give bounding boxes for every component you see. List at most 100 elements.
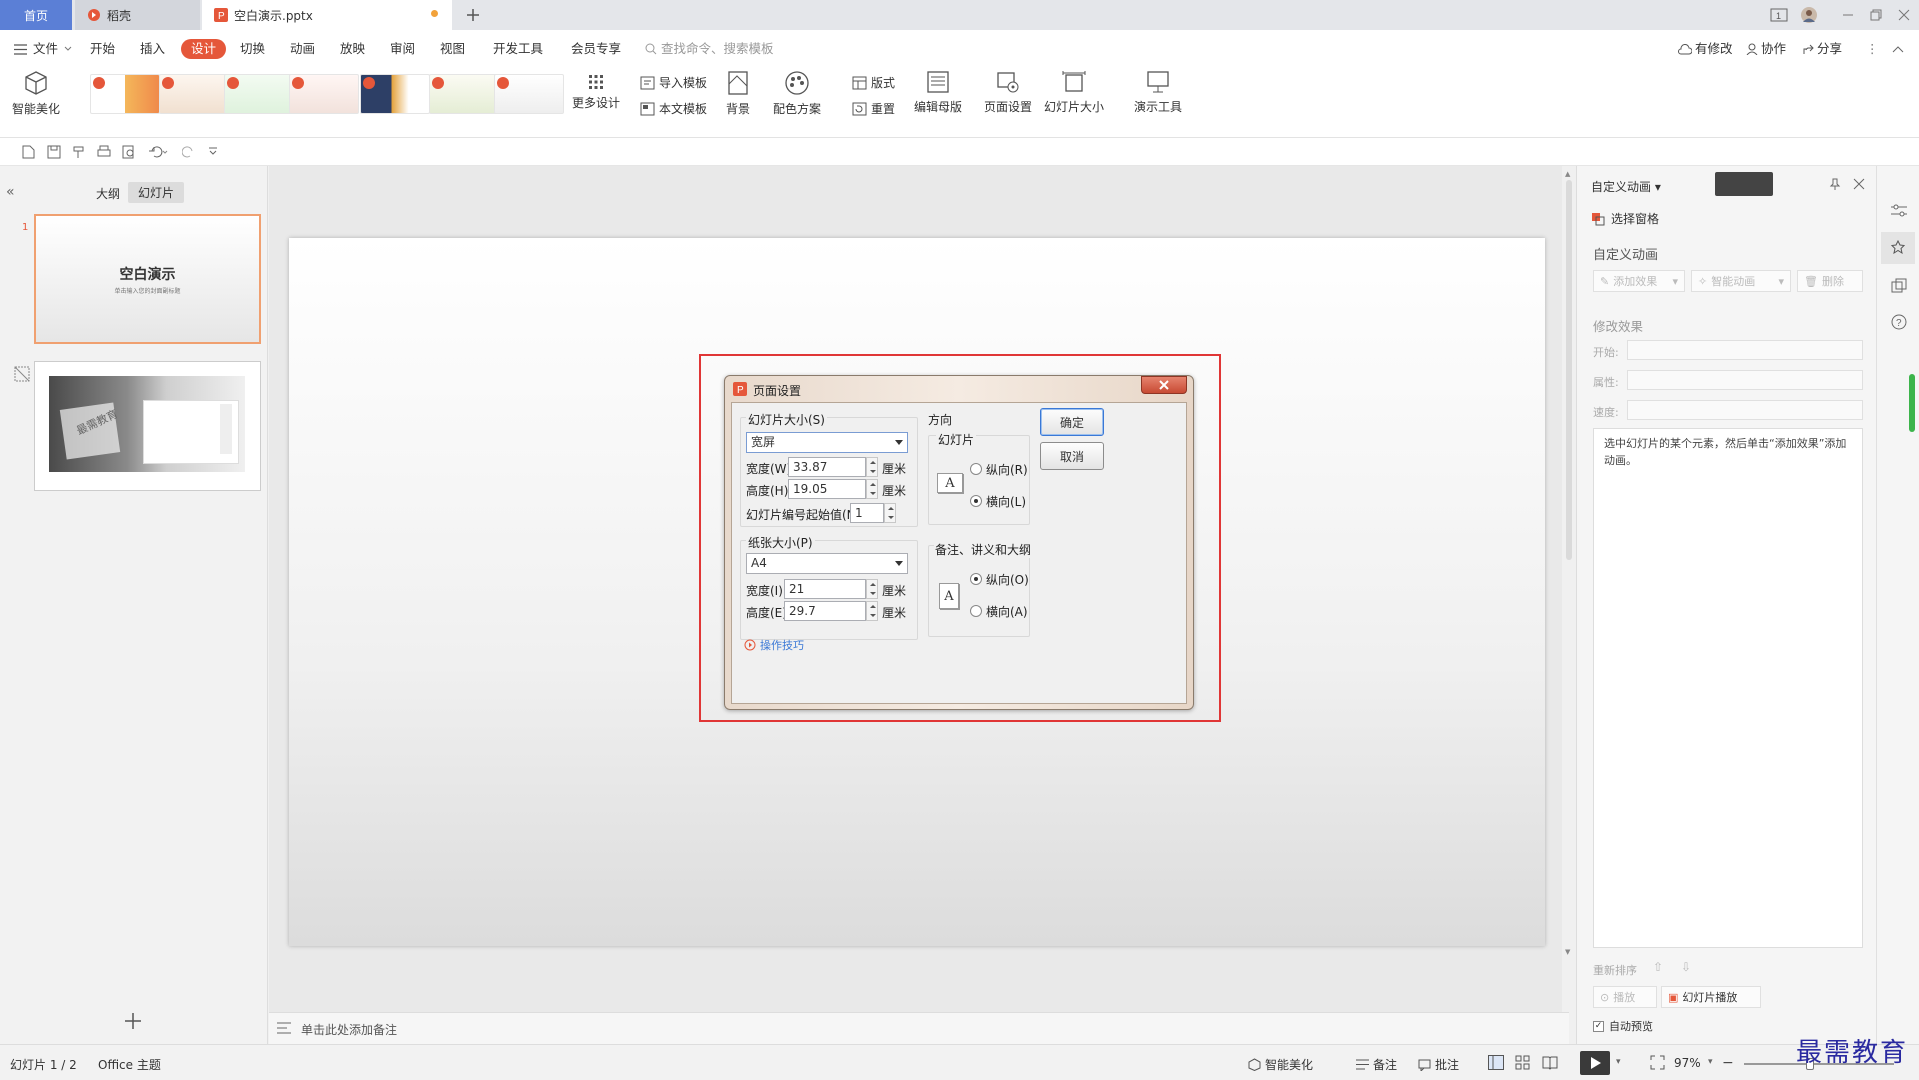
select-pane-button[interactable]: 选择窗格 xyxy=(1591,210,1659,227)
template-thumb-4[interactable] xyxy=(289,74,359,114)
close-icon[interactable] xyxy=(1898,0,1910,30)
vertical-scrollbar[interactable]: ▲ ▼ xyxy=(1562,166,1576,1012)
add-effect-button[interactable]: ✎ 添加效果 ▾ xyxy=(1593,270,1685,292)
menu-transition[interactable]: 切换 xyxy=(240,39,265,59)
command-search[interactable]: 查找命令、搜索模板 xyxy=(645,39,774,59)
template-thumb-1[interactable] xyxy=(90,74,160,114)
smart-animation-button[interactable]: ✧ 智能动画 ▾ xyxy=(1691,270,1791,292)
notes-bar[interactable]: 单击此处添加备注 xyxy=(269,1012,1569,1044)
zoom-out-icon[interactable]: − xyxy=(1722,1055,1734,1071)
reading-view-icon[interactable] xyxy=(1542,1055,1558,1070)
share-button[interactable]: 分享 xyxy=(1802,39,1842,59)
slide-size-select[interactable]: 宽屏 xyxy=(746,432,908,453)
menu-file[interactable]: 文件 xyxy=(14,39,72,59)
tab-slides[interactable]: 幻灯片 xyxy=(128,182,185,203)
start-select[interactable] xyxy=(1627,340,1863,360)
template-thumb-7[interactable] xyxy=(494,74,564,114)
animation-list[interactable]: 选中幻灯片的某个元素，然后单击“添加效果”添加动画。 xyxy=(1593,428,1863,948)
move-down-icon[interactable]: ⇩ xyxy=(1681,960,1691,974)
normal-view-icon[interactable] xyxy=(1488,1055,1504,1070)
copy-icon[interactable] xyxy=(1891,278,1907,294)
save-icon[interactable] xyxy=(47,145,61,159)
print-icon[interactable] xyxy=(97,145,111,159)
layout-button[interactable]: 版式 xyxy=(852,74,895,91)
collab-button[interactable]: 协作 xyxy=(1746,39,1786,59)
redo-icon[interactable] xyxy=(182,145,196,159)
animation-panel-toggle[interactable] xyxy=(1881,232,1915,264)
paper-height-input[interactable]: 29.7 xyxy=(784,601,866,621)
print-preview-icon[interactable] xyxy=(122,145,136,159)
template-thumb-3[interactable] xyxy=(224,74,294,114)
property-select[interactable] xyxy=(1627,370,1863,390)
avatar[interactable] xyxy=(1800,0,1818,30)
restore-icon[interactable] xyxy=(1870,0,1882,30)
menu-view[interactable]: 视图 xyxy=(440,39,465,59)
color-scheme-button[interactable]: 配色方案 xyxy=(773,70,821,117)
modified-button[interactable]: 有修改 xyxy=(1678,39,1733,59)
start-number-input[interactable]: 1 xyxy=(850,503,884,523)
paper-height-spinner[interactable] xyxy=(866,601,878,621)
settings-sliders-icon[interactable] xyxy=(1891,204,1907,218)
present-tools-button[interactable]: 演示工具 xyxy=(1134,70,1182,115)
this-template-button[interactable]: 本文模板 xyxy=(640,100,707,117)
menu-design[interactable]: 设计 xyxy=(181,39,227,59)
sorter-view-icon[interactable] xyxy=(1515,1055,1530,1070)
status-smart-beautify[interactable]: 智能美化 xyxy=(1248,1056,1313,1073)
slide-thumbnail-2[interactable]: 最需教育 xyxy=(34,361,261,491)
speed-select[interactable] xyxy=(1627,400,1863,420)
cancel-button[interactable]: 取消 xyxy=(1040,442,1104,470)
width-spinner[interactable] xyxy=(866,457,878,477)
notes-landscape-radio[interactable] xyxy=(970,605,982,617)
notes-portrait-radio[interactable] xyxy=(970,573,982,585)
panel-toggle[interactable] xyxy=(1715,172,1773,196)
zoom-level[interactable]: 97% xyxy=(1674,1056,1701,1070)
layout-icon[interactable]: 1 xyxy=(1770,0,1788,30)
dialog-close-button[interactable] xyxy=(1141,376,1187,394)
smart-beautify-button[interactable]: 智能美化 xyxy=(12,70,60,117)
menu-review[interactable]: 审阅 xyxy=(390,39,415,59)
new-file-icon[interactable] xyxy=(22,145,35,159)
template-thumb-6[interactable] xyxy=(429,74,499,114)
slide-landscape-radio[interactable] xyxy=(970,495,982,507)
template-thumb-2[interactable] xyxy=(159,74,229,114)
auto-preview-checkbox[interactable]: ✓ 自动预览 xyxy=(1593,1018,1653,1034)
collapse-ribbon-icon[interactable] xyxy=(1892,39,1904,59)
help-icon[interactable]: ? xyxy=(1891,314,1907,330)
delete-effect-button[interactable]: 🗑 删除 xyxy=(1797,270,1863,292)
menu-animation[interactable]: 动画 xyxy=(290,39,315,59)
menu-slideshow[interactable]: 放映 xyxy=(340,39,365,59)
slide-thumbnail-1[interactable]: 空白演示 单击输入您的封面副标题 xyxy=(34,214,261,344)
reset-button[interactable]: 重置 xyxy=(852,100,895,117)
page-setup-button[interactable]: 页面设置 xyxy=(984,70,1032,115)
background-button[interactable]: 背景 xyxy=(726,70,750,117)
height-input[interactable]: 19.05 xyxy=(788,479,866,499)
edit-master-button[interactable]: 编辑母版 xyxy=(914,70,962,115)
start-number-spinner[interactable] xyxy=(884,503,896,523)
add-slide-icon[interactable] xyxy=(124,1012,142,1030)
paper-width-input[interactable]: 21 xyxy=(784,579,866,599)
template-thumb-5[interactable] xyxy=(360,74,430,114)
new-tab-icon[interactable] xyxy=(466,0,480,30)
tips-link[interactable]: 操作技巧 xyxy=(744,637,804,653)
play-button[interactable]: ⊙ 播放 xyxy=(1593,986,1657,1008)
tab-document[interactable]: P 空白演示.pptx xyxy=(202,0,452,30)
undo-icon[interactable] xyxy=(148,145,168,159)
customize-qa-icon[interactable] xyxy=(208,146,218,156)
panel-header[interactable]: 自定义动画 ▾ xyxy=(1591,178,1661,195)
slideshow-button[interactable]: ▣ 幻灯片播放 xyxy=(1661,986,1761,1008)
slide-size-button[interactable]: 幻灯片大小 xyxy=(1044,70,1104,115)
fit-window-icon[interactable] xyxy=(1650,1055,1665,1070)
status-notes[interactable]: 备注 xyxy=(1356,1056,1397,1073)
tab-daoke[interactable]: 稻壳 xyxy=(75,0,200,30)
slide-portrait-radio[interactable] xyxy=(970,463,982,475)
menu-start[interactable]: 开始 xyxy=(90,39,115,59)
pin-icon[interactable] xyxy=(1829,178,1841,190)
tab-home[interactable]: 首页 xyxy=(0,0,72,30)
more-icon[interactable]: ⋮ xyxy=(1866,39,1879,59)
chevron-down-icon[interactable]: ▾ xyxy=(1616,1057,1621,1067)
tab-outline[interactable]: 大纲 xyxy=(92,183,124,204)
collapse-panel-icon[interactable]: « xyxy=(6,184,15,200)
status-comments[interactable]: 批注 xyxy=(1418,1056,1459,1073)
height-spinner[interactable] xyxy=(866,479,878,499)
import-template-button[interactable]: 导入模板 xyxy=(640,74,707,91)
